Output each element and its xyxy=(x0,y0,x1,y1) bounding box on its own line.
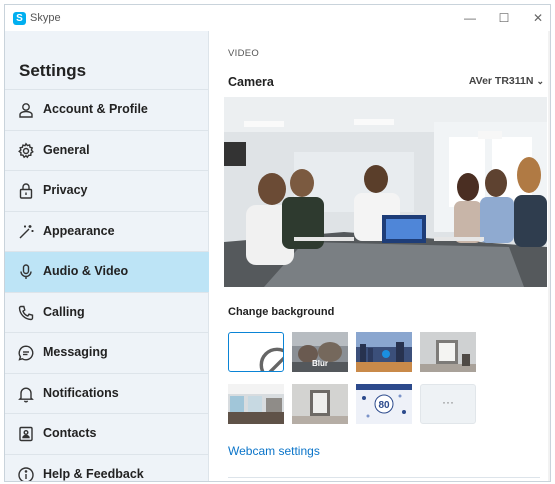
office-thumbnail xyxy=(228,384,284,424)
svg-text:80: 80 xyxy=(378,400,390,411)
close-button[interactable]: ✕ xyxy=(521,8,550,28)
sidebar-item-help-feedback[interactable]: Help & Feedback xyxy=(5,453,209,481)
sidebar-item-contacts[interactable]: Contacts xyxy=(5,413,209,454)
sidebar-item-label: Help & Feedback xyxy=(43,466,144,481)
settings-sidebar: Settings Account & Profile General Priva… xyxy=(5,31,209,481)
settings-nav: Account & Profile General Privacy Appear… xyxy=(5,89,209,481)
settings-title: Settings xyxy=(19,61,87,80)
chat-bubble-icon xyxy=(17,344,35,362)
sidebar-item-account-profile[interactable]: Account & Profile xyxy=(5,89,209,130)
sidebar-item-calling[interactable]: Calling xyxy=(5,291,209,333)
sidebar-item-appearance[interactable]: Appearance xyxy=(5,210,209,252)
divider xyxy=(228,477,540,478)
background-none-option[interactable] xyxy=(228,332,284,372)
camera-label: Camera xyxy=(228,75,274,89)
maximize-button[interactable]: ☐ xyxy=(487,8,521,28)
birthday-thumbnail: 80 xyxy=(356,384,412,424)
title-bar: S Skype — ☐ ✕ xyxy=(5,5,550,31)
background-hallway-option[interactable] xyxy=(292,384,348,424)
info-icon xyxy=(17,466,35,481)
background-birthday-option[interactable]: 80 xyxy=(356,384,412,424)
settings-content: VIDEO Camera AVer TR311N ⌄ Change backgr… xyxy=(210,31,550,481)
background-office-option[interactable] xyxy=(228,384,284,424)
no-background-icon xyxy=(249,345,283,371)
background-room-option[interactable] xyxy=(420,332,476,372)
contact-card-icon xyxy=(17,425,35,443)
minimize-button[interactable]: — xyxy=(453,8,487,28)
microphone-icon xyxy=(17,263,35,281)
sidebar-item-label: Account & Profile xyxy=(43,102,148,116)
sidebar-item-notifications[interactable]: Notifications xyxy=(5,372,209,414)
skype-logo-icon: S xyxy=(13,12,26,25)
sidebar-item-label: Appearance xyxy=(43,223,115,238)
camera-dropdown[interactable]: AVer TR311N ⌄ xyxy=(469,75,544,87)
sidebar-item-privacy[interactable]: Privacy xyxy=(5,170,209,211)
sidebar-item-label: Messaging xyxy=(43,345,108,359)
bell-icon xyxy=(17,385,35,403)
sidebar-item-label: General xyxy=(43,142,90,157)
camera-preview xyxy=(224,97,547,287)
sidebar-item-label: Contacts xyxy=(43,426,97,440)
webcam-settings-link[interactable]: Webcam settings xyxy=(228,444,320,458)
skype-window: S Skype — ☐ ✕ Settings Account & Profile… xyxy=(4,4,551,482)
app-title: Skype xyxy=(30,12,61,24)
change-background-label: Change background xyxy=(228,306,335,318)
city-thumbnail xyxy=(356,332,412,372)
chevron-down-icon: ⌄ xyxy=(536,76,544,86)
person-icon xyxy=(17,101,35,119)
sidebar-item-general[interactable]: General xyxy=(5,129,209,171)
background-blur-option[interactable]: Blur xyxy=(292,332,348,372)
background-city-option[interactable] xyxy=(356,332,412,372)
hallway-thumbnail xyxy=(292,384,348,424)
gear-icon xyxy=(17,142,35,160)
sidebar-item-label: Audio & Video xyxy=(43,264,129,278)
room-thumbnail xyxy=(420,332,476,372)
sidebar-item-label: Notifications xyxy=(43,385,119,400)
sidebar-item-audio-video[interactable]: Audio & Video xyxy=(5,251,209,292)
blur-label: Blur xyxy=(312,359,328,368)
camera-dropdown-value: AVer TR311N xyxy=(468,75,534,87)
section-heading-video: VIDEO xyxy=(228,48,260,59)
scrollbar[interactable] xyxy=(548,31,550,481)
sidebar-item-label: Calling xyxy=(43,304,85,319)
more-backgrounds-button[interactable]: ··· xyxy=(420,384,476,424)
sidebar-item-label: Privacy xyxy=(43,183,88,197)
phone-icon xyxy=(17,304,35,322)
meeting-room-image xyxy=(224,97,547,287)
magic-wand-icon xyxy=(17,223,35,241)
lock-icon xyxy=(17,182,35,200)
sidebar-item-messaging[interactable]: Messaging xyxy=(5,332,209,373)
